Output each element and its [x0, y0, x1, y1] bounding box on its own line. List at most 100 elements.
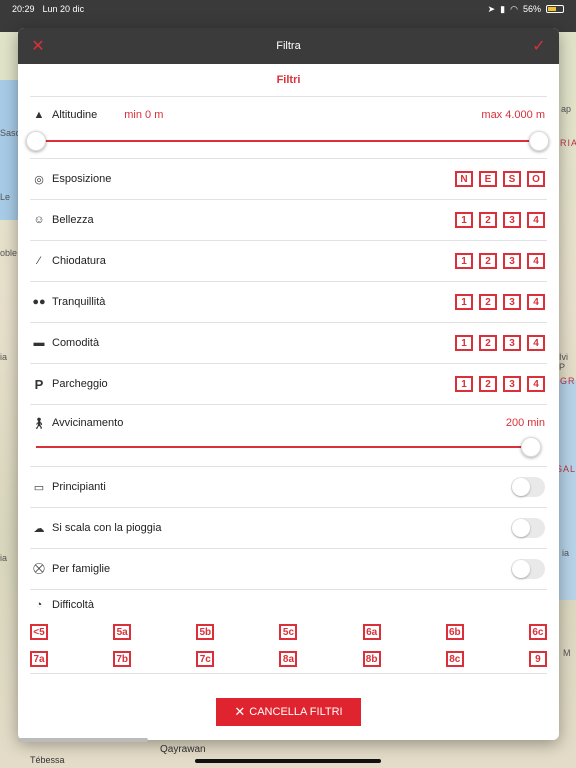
altitude-max-handle[interactable]: [529, 131, 549, 151]
altitude-label: Altitudine: [52, 109, 98, 121]
difficulty-option[interactable]: 5c: [279, 624, 298, 640]
exposure-option-s[interactable]: S: [503, 171, 521, 187]
clear-filters-button[interactable]: ✕ CANCELLA FILTRI: [216, 698, 361, 726]
bolting-option-3[interactable]: 3: [503, 253, 521, 269]
comfort-label: Comodità: [52, 337, 100, 349]
map-label: Le: [0, 192, 11, 202]
beauty-option-3[interactable]: 3: [503, 212, 521, 228]
map-label: RIA: [560, 138, 576, 148]
baby-carriage-icon: ⛒: [33, 562, 45, 575]
map-label: SALB: [556, 464, 576, 474]
beauty-row: ☺ Bellezza 1 2 3 4: [30, 200, 547, 241]
families-toggle[interactable]: [511, 559, 545, 579]
toggle-knob: [512, 478, 530, 496]
close-icon: ✕: [31, 38, 45, 55]
gauge-icon: ◔: [35, 599, 43, 611]
difficulty-label: Difficoltà: [52, 599, 94, 611]
hiker-icon: 🚶︎: [32, 417, 46, 430]
bolting-label: Chiodatura: [52, 255, 106, 267]
map-label: ap: [561, 104, 572, 114]
quiet-option-4[interactable]: 4: [527, 294, 545, 310]
exposure-row: ◎ Esposizione N E S O: [30, 159, 547, 200]
check-icon: ✓: [532, 38, 546, 55]
map-label: Ivi P: [559, 352, 568, 372]
map-label: oble: [0, 248, 18, 258]
people-icon: ●●: [32, 296, 46, 308]
quiet-label: Tranquillità: [52, 296, 106, 308]
parking-option-1[interactable]: 1: [455, 376, 473, 392]
difficulty-option[interactable]: 6c: [528, 624, 547, 640]
approach-slider-track[interactable]: [36, 446, 531, 448]
quiet-option-1[interactable]: 1: [455, 294, 473, 310]
exposure-option-n[interactable]: N: [455, 171, 473, 187]
beauty-option-2[interactable]: 2: [479, 212, 497, 228]
approach-value: 200 min: [505, 417, 545, 429]
beauty-option-1[interactable]: 1: [455, 212, 473, 228]
map-label: M: [563, 648, 571, 658]
approach-handle[interactable]: [521, 437, 541, 457]
filter-modal: ✕ Filtra ✓ Filtri ▲ Altitudine min 0 m m…: [18, 28, 559, 740]
quiet-option-3[interactable]: 3: [503, 294, 521, 310]
comfort-row: ▬ Comodità 1 2 3 4: [30, 323, 547, 364]
toggle-knob: [512, 560, 530, 578]
quiet-option-2[interactable]: 2: [479, 294, 497, 310]
difficulty-option[interactable]: 7c: [196, 651, 215, 667]
close-button[interactable]: ✕: [18, 28, 58, 64]
difficulty-option[interactable]: 7b: [113, 651, 132, 667]
smiley-icon: ☺: [33, 214, 45, 226]
battery-percent: 56%: [522, 4, 541, 14]
rain-toggle[interactable]: [511, 518, 545, 538]
exposure-option-o[interactable]: O: [527, 171, 545, 187]
difficulty-option[interactable]: 6a: [362, 624, 381, 640]
signal-icon: ▮: [500, 3, 506, 14]
bolting-option-4[interactable]: 4: [527, 253, 545, 269]
difficulty-option[interactable]: 9: [528, 651, 547, 667]
mountain-icon: ▲: [33, 109, 45, 121]
bed-icon: ▬: [33, 337, 45, 349]
difficulty-option[interactable]: 8b: [362, 651, 381, 667]
bolting-option-1[interactable]: 1: [455, 253, 473, 269]
altitude-min-handle[interactable]: [26, 131, 46, 151]
comfort-option-3[interactable]: 3: [503, 335, 521, 351]
quiet-row: ●● Tranquillità 1 2 3 4: [30, 282, 547, 323]
exposure-label: Esposizione: [52, 173, 112, 185]
altitude-row: ▲ Altitudine min 0 m max 4.000 m: [26, 97, 549, 159]
parking-option-3[interactable]: 3: [503, 376, 521, 392]
hammer-icon: ⁄: [38, 255, 40, 267]
status-bar: 20:29 Lun 20 dic ➤ ▮ ◠ 56%: [0, 0, 576, 18]
difficulty-option[interactable]: 7a: [30, 651, 48, 667]
exposure-option-e[interactable]: E: [479, 171, 497, 187]
rain-label: Si scala con la pioggia: [52, 522, 162, 534]
difficulty-option[interactable]: 8c: [445, 651, 464, 667]
families-row: ⛒ Per famiglie: [30, 549, 547, 590]
beginners-toggle[interactable]: [511, 477, 545, 497]
parking-option-4[interactable]: 4: [527, 376, 545, 392]
map-label: Sasc: [0, 128, 21, 138]
families-label: Per famiglie: [52, 563, 111, 575]
clear-filters-label: CANCELLA FILTRI: [249, 706, 343, 718]
difficulty-row: ◔ Difficoltà <5 5a 5b 5c 6a 6b 6c 7a 7b …: [30, 590, 547, 674]
compass-icon: ◎: [34, 173, 44, 186]
difficulty-option[interactable]: 5b: [196, 624, 215, 640]
battery-icon: [546, 5, 564, 13]
parking-row: P Parcheggio 1 2 3 4: [30, 364, 547, 405]
wifi-icon: ◠: [510, 3, 518, 14]
difficulty-option[interactable]: 5a: [113, 624, 132, 640]
comfort-option-1[interactable]: 1: [455, 335, 473, 351]
rain-cloud-icon: ☁: [33, 522, 45, 535]
confirm-button[interactable]: ✓: [519, 28, 559, 64]
map-label: GR: [560, 376, 576, 386]
difficulty-option[interactable]: <5: [30, 624, 48, 640]
difficulty-option[interactable]: 6b: [445, 624, 464, 640]
approach-row: 🚶︎ Avvicinamento 200 min: [30, 405, 547, 467]
toggle-knob: [512, 519, 530, 537]
map-label: ia: [562, 548, 570, 558]
beauty-option-4[interactable]: 4: [527, 212, 545, 228]
comfort-option-2[interactable]: 2: [479, 335, 497, 351]
altitude-slider-track[interactable]: [36, 140, 539, 142]
comfort-option-4[interactable]: 4: [527, 335, 545, 351]
bolting-option-2[interactable]: 2: [479, 253, 497, 269]
parking-option-2[interactable]: 2: [479, 376, 497, 392]
altitude-max-value: max 4.000 m: [481, 109, 545, 121]
difficulty-option[interactable]: 8a: [279, 651, 298, 667]
